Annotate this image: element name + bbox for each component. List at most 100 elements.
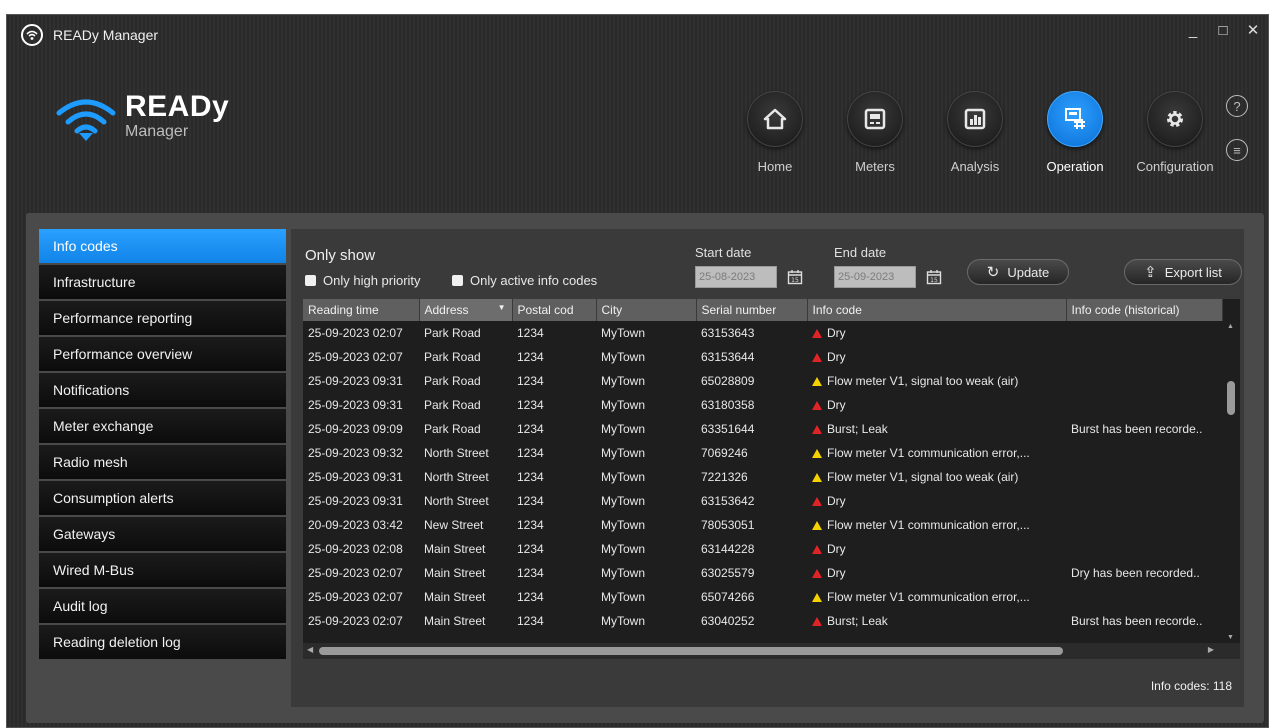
table-row[interactable]: 20-09-2023 03:42 New Street 1234 MyTown 7805… [303,513,1222,537]
table-row[interactable]: 25-09-2023 02:08 Main Street 1234 MyTown 631… [303,537,1222,561]
alert-icon [812,497,822,506]
vertical-scrollbar[interactable]: ▲ ▼ [1224,321,1238,643]
cell-city: MyTown [601,518,646,532]
cell-reading-time: 25-09-2023 09:31 [308,494,403,508]
table-row[interactable]: 25-09-2023 02:07 Main Street 1234 MyTown 630… [303,609,1222,633]
info-code-text: Dry [827,398,846,412]
cell-reading-time: 20-09-2023 03:42 [308,518,403,532]
sidebar-item-radio-mesh[interactable]: Radio mesh [39,445,286,479]
scroll-up-icon[interactable]: ▲ [1227,323,1234,330]
cell-serial-number: 63153642 [701,494,755,508]
table-row[interactable]: 25-09-2023 02:07 Main Street 1234 MyTown 650… [303,585,1222,609]
nav-home[interactable]: Home [725,91,825,174]
high-priority-checkbox[interactable]: Only high priority [305,273,421,288]
minimize-button[interactable]: _ [1178,15,1208,45]
svg-text:15: 15 [930,277,938,284]
sidebar-item-performance-reporting[interactable]: Performance reporting [39,301,286,335]
sidebar-item-meter-exchange[interactable]: Meter exchange [39,409,286,443]
col-info-code[interactable]: Info code [807,299,1067,321]
col-postal-code[interactable]: Postal cod [512,299,597,321]
table-row[interactable]: 25-09-2023 09:32 North Street 1234 MyTown 70… [303,441,1222,465]
sidebar-item-infrastructure[interactable]: Infrastructure [39,265,286,299]
cell-serial-number: 63351644 [701,422,755,436]
maximize-button[interactable]: □ [1208,15,1238,45]
warning-icon [812,449,822,458]
cell-info-code: Flow meter V1, signal too weak (air) [807,465,1066,489]
start-date-field[interactable]: 25-08-2023 [695,266,777,288]
cell-info-code: Burst; Leak [807,417,1066,441]
help-icon[interactable]: ? [1226,95,1248,117]
col-serial-number[interactable]: Serial number [696,299,808,321]
sidebar-item-consumption-alerts[interactable]: Consumption alerts [39,481,286,515]
cell-postal-code: 1234 [517,350,544,364]
info-code-text: Dry [827,566,846,580]
cell-city: MyTown [601,350,646,364]
checkbox-box[interactable] [452,275,463,286]
sidebar-item-info-codes[interactable]: Info codes [39,229,286,263]
cell-info-code-historical [1066,537,1222,561]
table-row[interactable]: 25-09-2023 09:31 Park Road 1234 MyTown 65028… [303,369,1222,393]
table-row[interactable]: 25-09-2023 02:07 Park Road 1234 MyTown 63153… [303,321,1222,345]
table-row[interactable]: 25-09-2023 09:31 North Street 1234 MyTown 72… [303,465,1222,489]
nav-configuration[interactable]: Configuration [1125,91,1225,174]
cell-info-code-historical [1066,585,1222,609]
cell-info-code-historical [1066,345,1222,369]
col-reading-time[interactable]: Reading time [303,299,420,321]
info-code-text: Flow meter V1, signal too weak (air) [827,374,1019,388]
main-panel: Info codes Infrastructure Performance re… [26,213,1264,723]
vertical-scroll-thumb[interactable] [1227,381,1235,415]
export-label: Export list [1164,264,1222,280]
sidebar-item-performance-overview[interactable]: Performance overview [39,337,286,371]
table-row[interactable]: 25-09-2023 09:31 Park Road 1234 MyTown 63180… [303,393,1222,417]
sidebar-item-notifications[interactable]: Notifications [39,373,286,407]
cell-postal-code: 1234 [517,614,544,628]
cell-postal-code: 1234 [517,566,544,580]
nav-operation[interactable]: Operation [1025,91,1125,174]
update-button[interactable]: ↻ Update [967,259,1069,285]
table-row[interactable]: 25-09-2023 09:09 Park Road 1234 MyTown 63351… [303,417,1222,441]
horizontal-scroll-thumb[interactable] [319,647,1063,655]
cell-postal-code: 1234 [517,446,544,460]
table-row[interactable]: 25-09-2023 09:31 North Street 1234 MyTown 63… [303,489,1222,513]
title-bar: READy Manager _ □ ✕ [7,15,1268,55]
cell-address: Park Road [424,398,481,412]
col-info-code-historical[interactable]: Info code (historical) [1066,299,1223,321]
scroll-left-icon[interactable]: ◀ [307,645,313,654]
sidebar-item-reading-deletion-log[interactable]: Reading deletion log [39,625,286,659]
cell-address: Main Street [424,614,486,628]
calendar-icon[interactable]: 15 [785,266,805,288]
cell-serial-number: 63040252 [701,614,755,628]
nav-analysis[interactable]: Analysis [925,91,1025,174]
info-code-text: Dry [827,350,846,364]
cell-serial-number: 65074266 [701,590,755,604]
window-title: READy Manager [53,27,159,43]
cell-info-code-historical [1066,465,1222,489]
col-address[interactable]: Address ▼ [419,299,513,321]
close-button[interactable]: ✕ [1238,15,1268,45]
table-row[interactable]: 25-09-2023 02:07 Main Street 1234 MyTown 630… [303,561,1222,585]
table-row[interactable]: 25-09-2023 02:07 Park Road 1234 MyTown 63153… [303,345,1222,369]
horizontal-scrollbar[interactable]: ◀ ▶ [303,643,1240,659]
sidebar-item-gateways[interactable]: Gateways [39,517,286,551]
checkbox-box[interactable] [305,275,316,286]
end-date-label: End date [834,245,887,260]
nav-meters[interactable]: Meters [825,91,925,174]
scroll-right-icon[interactable]: ▶ [1208,645,1214,654]
nav-meters-label: Meters [855,159,895,174]
end-date-field[interactable]: 25-09-2023 [834,266,916,288]
col-city[interactable]: City [596,299,697,321]
scroll-down-icon[interactable]: ▼ [1227,634,1234,641]
warning-icon [812,377,822,386]
export-list-button[interactable]: ⇪ Export list [1124,259,1242,285]
cell-info-code-historical [1066,369,1222,393]
cell-reading-time: 25-09-2023 02:07 [308,350,403,364]
cell-postal-code: 1234 [517,470,544,484]
info-code-text: Dry [827,494,846,508]
calendar-icon[interactable]: 15 [924,266,944,288]
cell-address: New Street [424,518,484,532]
active-codes-checkbox[interactable]: Only active info codes [452,273,597,288]
sidebar-item-audit-log[interactable]: Audit log [39,589,286,623]
sidebar-item-wired-m-bus[interactable]: Wired M-Bus [39,553,286,587]
cell-postal-code: 1234 [517,518,544,532]
info-list-icon[interactable]: ≡ [1226,139,1248,161]
